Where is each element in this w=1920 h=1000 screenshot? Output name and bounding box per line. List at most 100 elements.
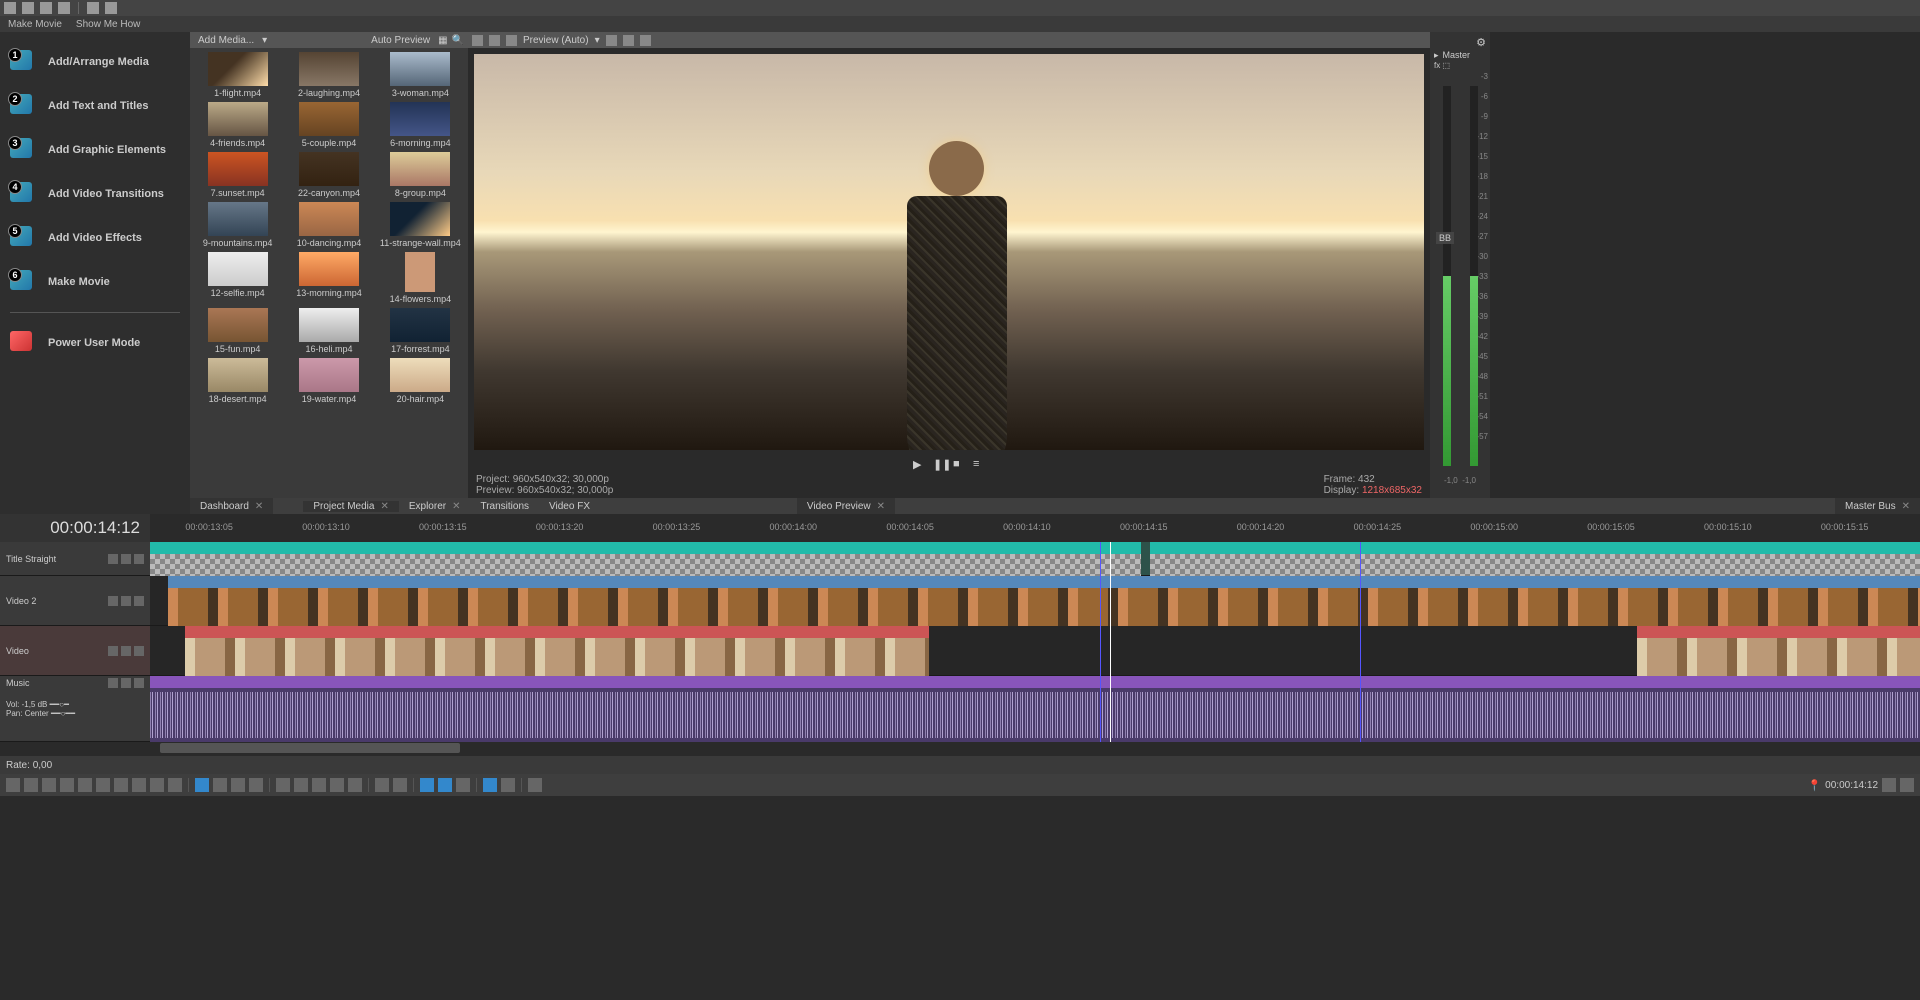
stop-button[interactable]: ■ <box>953 458 965 470</box>
media-item[interactable]: 20-hair.mp4 <box>377 358 464 404</box>
mute-icon[interactable] <box>121 596 131 606</box>
clip[interactable] <box>150 676 1920 688</box>
add-media-dropdown[interactable]: Add Media... <box>194 35 258 46</box>
media-item[interactable]: 14-flowers.mp4 <box>377 252 464 304</box>
track-header-video2[interactable]: Video 2 <box>0 576 150 625</box>
tab-dashboard[interactable]: Dashboard✕ <box>190 498 273 514</box>
tab[interactable]: Project Media✕ <box>303 501 399 512</box>
tool-button[interactable] <box>483 778 497 792</box>
media-item[interactable]: 16-heli.mp4 <box>285 308 372 354</box>
workflow-step[interactable]: 3Add Graphic Elements <box>4 128 186 172</box>
zoom-in-button[interactable] <box>1900 778 1914 792</box>
media-item[interactable]: 4-friends.mp4 <box>194 102 281 148</box>
mute-icon[interactable] <box>121 646 131 656</box>
gear-icon[interactable] <box>472 35 483 46</box>
redo-icon[interactable] <box>105 2 117 14</box>
loop-out-marker[interactable] <box>1360 542 1361 742</box>
power-user-mode-button[interactable]: Power User Mode <box>4 321 186 365</box>
loop-button[interactable] <box>24 778 38 792</box>
workflow-step[interactable]: 6Make Movie <box>4 260 186 304</box>
tab[interactable]: Explorer✕ <box>399 501 471 512</box>
solo-icon[interactable] <box>134 596 144 606</box>
auto-preview-toggle[interactable]: Auto Preview <box>367 35 434 46</box>
menu-button[interactable]: ≡ <box>973 458 985 470</box>
snapshot-icon[interactable] <box>640 35 651 46</box>
safe-area-icon[interactable] <box>623 35 634 46</box>
media-item[interactable]: 11-strange-wall.mp4 <box>377 202 464 248</box>
normal-edit-button[interactable] <box>195 778 209 792</box>
media-item[interactable]: 10-dancing.mp4 <box>285 202 372 248</box>
stop-button[interactable] <box>96 778 110 792</box>
settings-icon[interactable] <box>58 2 70 14</box>
clip[interactable] <box>168 576 1920 588</box>
menu-icon[interactable] <box>4 2 16 14</box>
preview-viewport[interactable] <box>474 54 1424 450</box>
preview-mode-dropdown[interactable]: Preview (Auto) <box>523 35 589 46</box>
media-item[interactable]: 17-forrest.mp4 <box>377 308 464 354</box>
media-item[interactable]: 12-selfie.mp4 <box>194 252 281 304</box>
pause-button[interactable] <box>78 778 92 792</box>
media-item[interactable]: 3-woman.mp4 <box>377 52 464 98</box>
media-item[interactable]: 1-flight.mp4 <box>194 52 281 98</box>
media-item[interactable]: 5-couple.mp4 <box>285 102 372 148</box>
marker-icon[interactable]: 📍 <box>1807 779 1821 792</box>
clip[interactable] <box>185 626 928 638</box>
prev-frame-button[interactable] <box>150 778 164 792</box>
clip[interactable] <box>1150 542 1920 554</box>
media-item[interactable]: 13-morning.mp4 <box>285 252 372 304</box>
tool-button[interactable] <box>249 778 263 792</box>
search-icon[interactable]: 🔍 <box>452 35 464 46</box>
media-item[interactable]: 18-desert.mp4 <box>194 358 281 404</box>
playhead[interactable] <box>1110 542 1111 742</box>
media-item[interactable]: 2-laughing.mp4 <box>285 52 372 98</box>
tab[interactable]: Video FX <box>539 501 600 512</box>
clip[interactable] <box>1637 626 1920 638</box>
go-start-button[interactable] <box>114 778 128 792</box>
tool-button[interactable] <box>501 778 515 792</box>
record-button[interactable] <box>6 778 20 792</box>
tab-master-bus[interactable]: Master Bus✕ <box>1835 498 1920 514</box>
open-icon[interactable] <box>40 2 52 14</box>
close-icon[interactable]: ✕ <box>1902 501 1910 512</box>
media-item[interactable]: 19-water.mp4 <box>285 358 372 404</box>
zoom-out-button[interactable] <box>1882 778 1896 792</box>
snap-button[interactable] <box>276 778 290 792</box>
pause-button[interactable]: ❚❚ <box>933 458 945 470</box>
view-icon[interactable]: ▦ <box>438 35 447 46</box>
track-header-title[interactable]: Title Straight <box>0 542 150 575</box>
close-icon[interactable]: ✕ <box>877 501 885 512</box>
solo-icon[interactable] <box>134 554 144 564</box>
close-icon[interactable]: ✕ <box>255 501 263 512</box>
bb-button[interactable]: BB <box>1436 232 1454 244</box>
workflow-step[interactable]: 5Add Video Effects <box>4 216 186 260</box>
overlay-icon[interactable] <box>606 35 617 46</box>
tool-button[interactable] <box>312 778 326 792</box>
fx-icon[interactable] <box>489 35 500 46</box>
go-end-button[interactable] <box>132 778 146 792</box>
ripple-button[interactable] <box>420 778 434 792</box>
workflow-step[interactable]: 2Add Text and Titles <box>4 84 186 128</box>
solo-icon[interactable] <box>134 646 144 656</box>
auto-ripple-button[interactable] <box>438 778 452 792</box>
fx-icon[interactable] <box>108 646 118 656</box>
save-icon[interactable] <box>22 2 34 14</box>
marker-button[interactable] <box>294 778 308 792</box>
timecode-display[interactable]: 00:00:14:12 <box>0 514 150 542</box>
clip[interactable] <box>150 542 1141 554</box>
tab[interactable]: Transitions <box>470 501 539 512</box>
track-header-video[interactable]: Video <box>0 626 150 675</box>
make-movie-link[interactable]: Make Movie <box>8 19 62 30</box>
media-item[interactable]: 8-group.mp4 <box>377 152 464 198</box>
timeline-scrollbar[interactable] <box>0 742 1920 756</box>
mute-icon[interactable] <box>121 554 131 564</box>
workflow-step[interactable]: 1Add/Arrange Media <box>4 40 186 84</box>
next-frame-button[interactable] <box>168 778 182 792</box>
media-item[interactable]: 9-mountains.mp4 <box>194 202 281 248</box>
close-icon[interactable]: ✕ <box>452 501 460 512</box>
tool-button[interactable] <box>393 778 407 792</box>
play-button[interactable] <box>60 778 74 792</box>
tool-button[interactable] <box>330 778 344 792</box>
waveform[interactable] <box>150 688 1920 742</box>
master-gear-icon[interactable]: ⚙ <box>1434 36 1486 49</box>
media-item[interactable]: 7.sunset.mp4 <box>194 152 281 198</box>
